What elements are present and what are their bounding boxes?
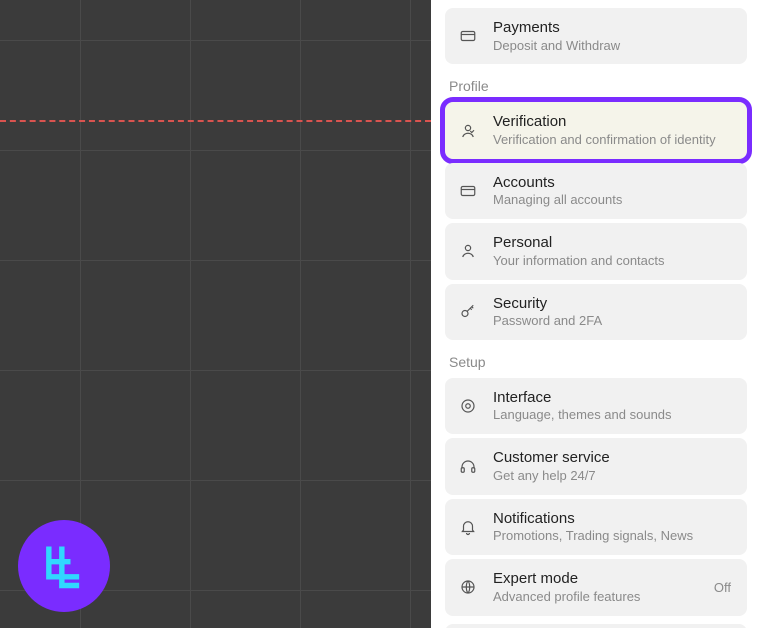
globe-icon [457, 578, 479, 596]
interface-icon [457, 397, 479, 415]
accounts-icon [457, 182, 479, 200]
settings-panel: Payments Deposit and Withdraw Profile Ve… [431, 0, 761, 628]
notifications-title: Notifications [493, 509, 735, 529]
security-title: Security [493, 294, 735, 314]
customer-desc: Get any help 24/7 [493, 468, 735, 485]
security-desc: Password and 2FA [493, 313, 735, 330]
personal-desc: Your information and contacts [493, 253, 735, 270]
headset-icon [457, 458, 479, 476]
section-setup: Setup [445, 344, 747, 374]
menu-item-accounts[interactable]: Accounts Managing all accounts [445, 163, 747, 219]
accounts-desc: Managing all accounts [493, 192, 735, 209]
expert-desc: Advanced profile features [493, 589, 700, 606]
logo-icon [38, 540, 90, 592]
payments-title: Payments [493, 18, 735, 38]
customer-title: Customer service [493, 448, 735, 468]
key-icon [457, 303, 479, 321]
canvas-area [0, 0, 431, 628]
section-profile: Profile [445, 68, 747, 98]
menu-item-security[interactable]: Security Password and 2FA [445, 284, 747, 340]
accounts-title: Accounts [493, 173, 735, 193]
card-icon [457, 27, 479, 45]
menu-item-interface[interactable]: Interface Language, themes and sounds [445, 378, 747, 434]
interface-title: Interface [493, 388, 735, 408]
expert-title: Expert mode [493, 569, 700, 589]
bell-icon [457, 518, 479, 536]
verification-title: Verification [493, 112, 735, 132]
verification-icon [457, 122, 479, 140]
logo-badge[interactable] [18, 520, 110, 612]
menu-item-customer-service[interactable]: Customer service Get any help 24/7 [445, 438, 747, 494]
notifications-desc: Promotions, Trading signals, News [493, 528, 735, 545]
expert-status: Off [714, 580, 735, 595]
menu-item-verification[interactable]: Verification Verification and confirmati… [445, 102, 747, 158]
menu-item-notifications[interactable]: Notifications Promotions, Trading signal… [445, 499, 747, 555]
menu-item-expert-mode[interactable]: Expert mode Advanced profile features Of… [445, 559, 747, 615]
payments-desc: Deposit and Withdraw [493, 38, 735, 55]
personal-title: Personal [493, 233, 735, 253]
person-icon [457, 242, 479, 260]
interface-desc: Language, themes and sounds [493, 407, 735, 424]
menu-item-payments[interactable]: Payments Deposit and Withdraw [445, 8, 747, 64]
menu-item-personal[interactable]: Personal Your information and contacts [445, 223, 747, 279]
dashed-guideline [0, 120, 431, 122]
verification-desc: Verification and confirmation of identit… [493, 132, 735, 149]
menu-item-logout[interactable]: Logout [445, 624, 747, 628]
